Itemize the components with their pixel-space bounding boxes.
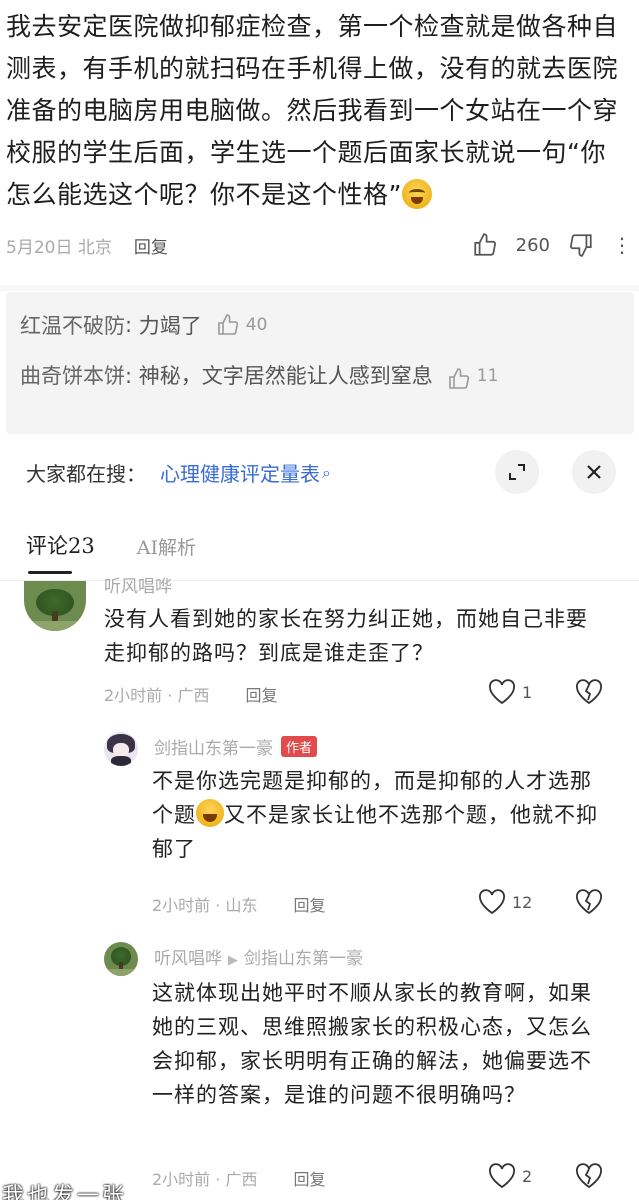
heart-icon [489,1163,515,1189]
comment-meta: 2小时前 · 广西 回复 [152,1166,325,1190]
broken-heart-icon [576,1163,602,1189]
like-button[interactable]: 12 [478,889,532,915]
heart-icon [489,679,515,705]
broken-heart-icon [576,889,602,915]
heart-icon [479,889,505,915]
comment-author[interactable]: 听风唱哗 [104,572,172,597]
search-keyword[interactable]: 心理健康评定量表 [160,458,320,487]
thumbs-up-icon[interactable] [472,232,498,258]
reply-arrow-icon: ▶ [228,953,238,968]
avatar[interactable] [104,942,138,976]
like-count: 1 [522,682,533,702]
avatar[interactable] [104,732,138,766]
nested-replies: 红温不破防: 力竭了 40 曲奇饼本饼: 神秘，文字居然能让人感到窒息 11 [6,292,634,434]
tab-comments[interactable]: 评论23 [26,530,95,574]
reply-author[interactable]: 红温不破防 [20,310,125,340]
broken-heart-icon [576,679,602,705]
reply-to-name[interactable]: 剑指山东第一豪 [244,949,363,969]
top-comment-text: 我去安定医院做抑郁症检查，第一个检查就是做各种自测表，有手机的就扫码在手机得上做… [6,12,619,209]
comment-date: 5月20日 北京 [6,237,112,258]
comment-time-location: 2小时前 · 广西 [152,1170,258,1189]
search-prefix: 大家都在搜： [26,462,146,486]
reply-author[interactable]: 曲奇饼本饼 [20,356,125,396]
thumbs-up-icon[interactable] [216,313,240,337]
comment-text: 不是你选完题是抑郁的，而是抑郁的人才选那个题 又不是家长让他不选那个题，他就不抑郁… [152,769,598,861]
like-count: 12 [512,892,533,912]
dislike-button[interactable] [575,679,603,709]
nested-reply: 红温不破防: 力竭了 40 [20,310,267,340]
laugh-cry-emoji-icon [196,799,224,827]
thumbs-down-icon[interactable] [568,232,594,258]
dislike-button[interactable] [575,889,603,919]
reply-button[interactable]: 回复 [293,1166,325,1190]
expand-icon [509,464,525,480]
like-count: 260 [515,234,550,256]
close-button[interactable] [572,450,616,494]
author-name[interactable]: 听风唱哗 [154,949,222,969]
search-icon[interactable]: ⌕ [322,463,331,483]
expand-button[interactable] [495,450,539,494]
like-button[interactable]: 1 [488,679,532,705]
dislike-button[interactable] [575,1163,603,1193]
thumbs-up-icon[interactable] [447,364,471,389]
search-suggestion[interactable]: 大家都在搜： 心理健康评定量表 ⌕ [26,458,331,487]
avatar[interactable] [24,581,86,631]
comment-author[interactable]: 剑指山东第一豪 作者 [154,734,318,759]
reply-button[interactable]: 回复 [134,233,168,258]
like-button[interactable]: 2 [488,1163,532,1189]
comment-time-location: 2小时前 · 广西 [104,686,210,705]
reply-text: 力竭了 [138,314,202,338]
top-comment-card: 我去安定医院做抑郁症检查，第一个检查就是做各种自测表，有手机的就扫码在手机得上做… [0,0,639,285]
tab-bar: 评论23 AI解析 [26,530,196,574]
tab-ai-analysis[interactable]: AI解析 [137,533,196,570]
like-count: 2 [522,1166,533,1186]
divider [0,580,639,581]
laugh-cry-emoji-icon [401,179,432,209]
comment-time-location: 2小时前 · 山东 [152,896,258,915]
author-badge: 作者 [281,736,318,757]
comment-text: 这就体现出她平时不顺从家长的教育啊，如果她的三观、思维照搬家长的积极心态，又怎么… [152,981,592,1107]
more-icon[interactable]: ⋮ [612,233,632,257]
close-icon [587,465,601,479]
nested-reply: 曲奇饼本饼: 神秘，文字居然能让人感到窒息 11 [20,356,500,396]
comment-panel: 大家都在搜： 心理健康评定量表 ⌕ 评论23 AI解析 听风唱哗 没有人看到她的… [0,434,639,1200]
comment-author[interactable]: 听风唱哗 ▶ 剑指山东第一豪 [154,944,363,969]
reply-button[interactable]: 回复 [293,892,325,916]
author-name[interactable]: 剑指山东第一豪 [154,739,273,759]
top-comment-meta: 5月20日 北京 回复 260 ⋮ [6,228,632,262]
comment-meta: 2小时前 · 广西 回复 [104,682,277,706]
divider [0,285,639,291]
reply-like-count: 40 [245,315,268,335]
comment-meta: 2小时前 · 山东 回复 [152,892,325,916]
reply-button[interactable]: 回复 [245,682,277,706]
watermark-caption: 我也发一张 [2,1184,128,1200]
comment-text: 没有人看到她的家长在努力纠正她，而她自己非要走抑郁的路吗？到底是谁走歪了？ [104,607,588,665]
reply-like-count: 11 [476,366,499,386]
reply-text: 神秘，文字居然能让人感到窒息 [138,364,433,388]
